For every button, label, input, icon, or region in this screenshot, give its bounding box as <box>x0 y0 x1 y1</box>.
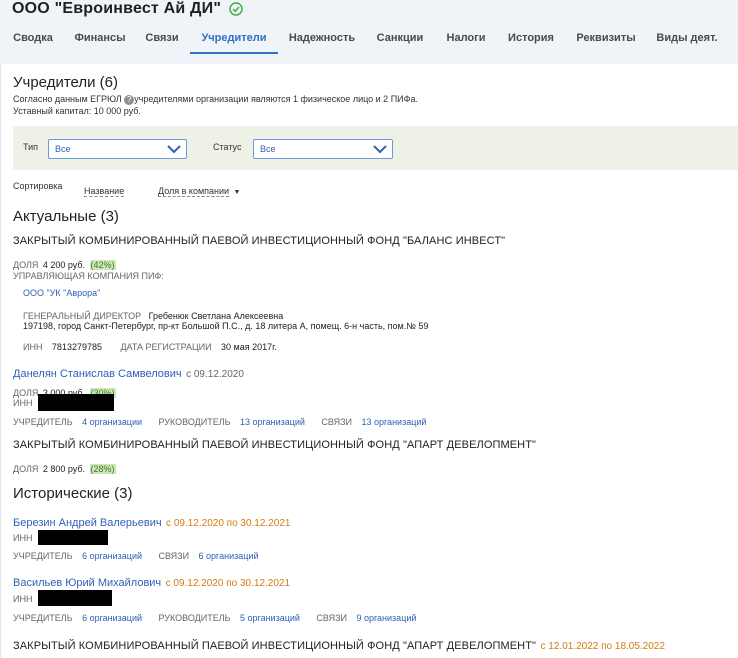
share-label: ДОЛЯ <box>13 464 39 474</box>
share-value: 2 800 руб. <box>42 464 86 474</box>
founder-label: УЧРЕДИТЕЛЬ <box>13 613 73 623</box>
person-vasiliev-link[interactable]: Васильев Юрий Михайлович <box>13 577 161 589</box>
share-value: 4 200 руб. <box>42 260 86 270</box>
tab-bar: Сводка Финансы Связи Учредители Надежнос… <box>0 28 738 54</box>
company-header: ООО "Евроинвест Ай ДИ" Сводка Финансы Св… <box>0 0 738 64</box>
person-vasiliev-relations: УЧРЕДИТЕЛЬ 6 организаций РУКОВОДИТЕЛЬ 5 … <box>13 608 416 626</box>
historic-fund-period: с 12.01.2022 по 18.05.2022 <box>540 641 665 652</box>
tab-finance[interactable]: Финансы <box>72 28 128 54</box>
links-label: СВЯЗИ <box>158 551 190 561</box>
sort-arrow-icon: ▼ <box>233 189 241 196</box>
tab-links[interactable]: Связи <box>143 28 181 54</box>
share-label: ДОЛЯ <box>13 260 39 270</box>
section-title: Учредители (6) <box>13 74 119 91</box>
fund-balance-invest-name: ЗАКРЫТЫЙ КОМБИНИРОВАННЫЙ ПАЕВОЙ ИНВЕСТИЦ… <box>13 235 506 247</box>
tab-activities[interactable]: Виды деят. <box>655 28 719 54</box>
person-vasiliev-period: с 09.12.2020 по 30.12.2021 <box>165 578 291 589</box>
type-filter-select[interactable]: Все <box>48 139 187 159</box>
management-company-label: УПРАВЛЯЮЩАЯ КОМПАНИЯ ПИФ: <box>13 271 164 281</box>
fund-apart-development-share: ДОЛЯ 2 800 руб. (28%) <box>13 459 116 477</box>
links-count-link[interactable]: 6 организаций <box>199 551 259 561</box>
chevron-down-icon <box>167 145 181 154</box>
share-percent-badge: (28%) <box>89 464 116 474</box>
tab-founders[interactable]: Учредители <box>190 28 278 54</box>
desc-suffix: учредителями организации являются 1 физи… <box>134 94 418 104</box>
inn-value: 7813279785 <box>51 342 102 352</box>
person-berezin-period: с 09.12.2020 по 30.12.2021 <box>166 518 291 529</box>
founder-count-link[interactable]: 4 организации <box>82 417 142 427</box>
reg-date-label: ДАТА РЕГИСТРАЦИИ <box>120 342 212 352</box>
links-count-link[interactable]: 13 организаций <box>361 417 426 427</box>
person-danelyan-relations: УЧРЕДИТЕЛЬ 4 организации РУКОВОДИТЕЛЬ 13… <box>13 412 426 430</box>
page: ООО "Евроинвест Ай ДИ" Сводка Финансы Св… <box>0 0 738 658</box>
tab-reliability[interactable]: Надежность <box>286 28 358 54</box>
company-name: ООО "Евроинвест Ай ДИ" <box>12 0 222 17</box>
sort-by-share-label: Доля в компании <box>158 186 230 197</box>
person-danelyan-row: Данелян Станислав Самвелович с 09.12.202… <box>13 364 244 382</box>
type-filter-label: Тип <box>23 142 39 152</box>
redacted-inn <box>38 590 112 606</box>
tab-taxes[interactable]: Налоги <box>444 28 488 54</box>
founder-label: УЧРЕДИТЕЛЬ <box>13 417 73 427</box>
links-label: СВЯЗИ <box>321 417 352 427</box>
head-count-link[interactable]: 13 организаций <box>240 417 305 427</box>
links-count-link[interactable]: 9 организаций <box>356 613 416 623</box>
sort-by-name-label: Название <box>84 186 125 197</box>
inn-label: ИНН <box>23 342 43 352</box>
person-berezin-row: Березин Андрей Валерьевич с 09.12.2020 п… <box>13 513 290 531</box>
sort-by-name[interactable]: Название <box>84 181 125 199</box>
status-filter-select[interactable]: Все <box>253 139 393 159</box>
person-danelyan-since: с 09.12.2020 <box>186 369 244 380</box>
director-label: ГЕНЕРАЛЬНЫЙ ДИРЕКТОР <box>23 311 142 321</box>
head-label: РУКОВОДИТЕЛЬ <box>158 613 231 623</box>
person-danelyan-link[interactable]: Данелян Станислав Самвелович <box>13 368 182 380</box>
sort-by-share[interactable]: Доля в компании ▼ <box>158 181 240 199</box>
historic-fund-name: ЗАКРЫТЫЙ КОМБИНИРОВАННЫЙ ПАЕВОЙ ИНВЕСТИЦ… <box>13 640 537 652</box>
status-filter-label: Статус <box>213 142 242 152</box>
fund-address: 197198, город Санкт-Петербург, пр-кт Бол… <box>23 321 429 331</box>
desc-prefix: Согласно данным ЕГРЮЛ <box>13 94 122 104</box>
check-circle-icon <box>229 2 243 16</box>
status-filter-value: Все <box>260 144 276 154</box>
founder-label: УЧРЕДИТЕЛЬ <box>13 551 73 561</box>
founder-count-link[interactable]: 6 организаций <box>82 613 142 623</box>
tab-summary[interactable]: Сводка <box>12 28 54 54</box>
inn-label: ИНН <box>13 594 33 604</box>
reg-date-value: 30 мая 2017г. <box>221 342 277 352</box>
inn-label: ИНН <box>13 533 33 543</box>
person-berezin-link[interactable]: Березин Андрей Валерьевич <box>13 517 162 529</box>
tab-history[interactable]: История <box>506 28 556 54</box>
founder-count-link[interactable]: 6 организаций <box>82 551 142 561</box>
share-label: ДОЛЯ <box>13 388 39 398</box>
person-berezin-relations: УЧРЕДИТЕЛЬ 6 организаций СВЯЗИ 6 организ… <box>13 546 258 564</box>
head-count-link[interactable]: 5 организаций <box>240 613 300 623</box>
chevron-down-icon <box>373 145 387 154</box>
inn-label: ИНН <box>13 398 33 408</box>
redacted-inn <box>38 394 114 411</box>
actual-section-title: Актуальные (3) <box>13 208 119 225</box>
share-percent-badge: (42%) <box>89 260 116 270</box>
fund-apart-development-name: ЗАКРЫТЫЙ КОМБИНИРОВАННЫЙ ПАЕВОЙ ИНВЕСТИЦ… <box>13 439 537 451</box>
authorized-capital: Уставный капитал: 10 000 руб. <box>13 106 141 116</box>
historic-fund-row: ЗАКРЫТЫЙ КОМБИНИРОВАННЫЙ ПАЕВОЙ ИНВЕСТИЦ… <box>13 636 665 654</box>
sort-label: Сортировка <box>13 181 63 191</box>
head-label: РУКОВОДИТЕЛЬ <box>158 417 231 427</box>
director-value: Гребенюк Светлана Алексеевна <box>148 311 284 321</box>
redacted-inn <box>38 530 108 545</box>
management-company-link[interactable]: ООО "УК "Аврора" <box>23 288 100 298</box>
historic-section-title: Исторические (3) <box>13 485 133 502</box>
type-filter-value: Все <box>55 144 71 154</box>
person-vasiliev-row: Васильев Юрий Михайлович с 09.12.2020 по… <box>13 573 290 591</box>
links-label: СВЯЗИ <box>316 613 347 623</box>
section-description: Согласно данным ЕГРЮЛ ? учредителями орга… <box>13 94 418 105</box>
info-icon[interactable]: ? <box>124 94 135 105</box>
founders-panel: Учредители (6) Согласно данным ЕГРЮЛ ? уч… <box>0 64 738 658</box>
filter-bar: Тип Все Статус Все <box>13 126 738 170</box>
tab-requisites[interactable]: Реквизиты <box>575 28 637 54</box>
fund-inn-row: ИНН 7813279785 ДАТА РЕГИСТРАЦИИ 30 мая 2… <box>23 337 277 355</box>
tab-sanctions[interactable]: Санкции <box>375 28 425 54</box>
